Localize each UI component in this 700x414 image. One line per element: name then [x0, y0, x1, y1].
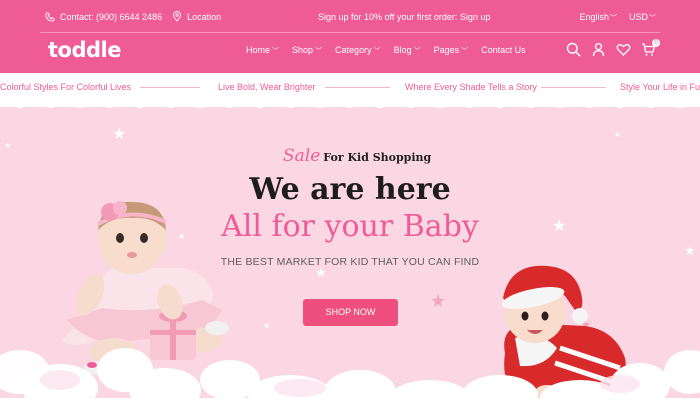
chevron-down-icon: ﹀ [373, 48, 381, 55]
marquee-divider [325, 87, 390, 88]
marquee-item: Live Bold, Wear Brighter [218, 82, 316, 92]
promo-signup-link[interactable]: Sign up for 10% off your first order: Si… [318, 12, 490, 22]
chevron-down-icon: ﹀ [413, 48, 421, 55]
nav-item-pages[interactable]: Pages ﹀ [434, 45, 469, 56]
nav-label: Category [335, 45, 372, 55]
star-decoration: ★ [263, 321, 271, 330]
chevron-down-icon: ﹀ [609, 15, 617, 22]
brand-logo[interactable]: toddle [48, 38, 121, 62]
marquee-item: Where Every Shade Tells a Story [405, 82, 537, 92]
nav-item-home[interactable]: Home ﹀ [246, 45, 279, 56]
star-decoration: ★ [112, 126, 127, 143]
cart-icon[interactable]: 0 [641, 39, 660, 57]
marquee-item: Style Your Life in Full [620, 82, 700, 92]
star-decoration: ★ [430, 291, 447, 311]
main-nav: Home ﹀ Shop ﹀ Category ﹀ Blog ﹀ Pages ﹀ Conta… [246, 45, 539, 56]
marquee-divider [140, 87, 200, 88]
language-select[interactable]: English﹀ [579, 12, 617, 23]
contact-bar: Contact: (900) 6644 2486 Location [44, 11, 221, 22]
nav-item-blog[interactable]: Blog ﹀ [394, 45, 421, 56]
search-icon[interactable] [566, 42, 581, 57]
nav-item-contact[interactable]: Contact Us [481, 45, 526, 56]
language-value: English [579, 12, 609, 22]
star-decoration: ★ [4, 141, 12, 150]
chevron-down-icon: ﹀ [315, 48, 323, 55]
nav-label: Pages [433, 45, 460, 55]
chevron-down-icon: ﹀ [461, 48, 469, 55]
shop-now-button[interactable]: SHOP NOW [303, 299, 398, 326]
header-actions: 0 [566, 39, 660, 57]
header: Contact: (900) 6644 2486 Location Sign u… [0, 0, 700, 73]
header-divider [40, 32, 660, 33]
currency-select[interactable]: USD﹀ [629, 12, 656, 23]
nav-item-shop[interactable]: Shop ﹀ [292, 45, 322, 56]
currency-value: USD [628, 12, 648, 22]
cart-count-badge: 0 [652, 39, 660, 47]
nav-label: Blog [393, 45, 412, 55]
marquee-item: Colorful Styles For Colorful Lives [0, 82, 132, 92]
heart-icon[interactable] [616, 42, 631, 57]
nav-label: Home [246, 45, 271, 55]
location-pin-icon [171, 11, 182, 22]
hero-tagline: Sale For Kid Shopping [283, 146, 431, 166]
scallop-border [0, 96, 700, 108]
nav-item-category[interactable]: Category ﹀ [335, 45, 381, 56]
chevron-down-icon: ﹀ [649, 15, 656, 22]
phone-link[interactable]: Contact: (900) 6644 2486 [60, 12, 162, 22]
star-decoration: ★ [614, 130, 622, 139]
marquee-divider [541, 87, 606, 88]
nav-label: Shop [292, 45, 314, 55]
location-link[interactable]: Location [187, 12, 221, 22]
sale-subtitle: For Kid Shopping [323, 151, 432, 164]
locale-selectors: English﹀ USD﹀ [579, 12, 656, 23]
chevron-down-icon: ﹀ [272, 48, 280, 55]
sale-word: Sale [283, 146, 321, 166]
user-icon[interactable] [591, 42, 606, 57]
phone-icon [44, 11, 55, 22]
cloud-border [0, 348, 700, 414]
